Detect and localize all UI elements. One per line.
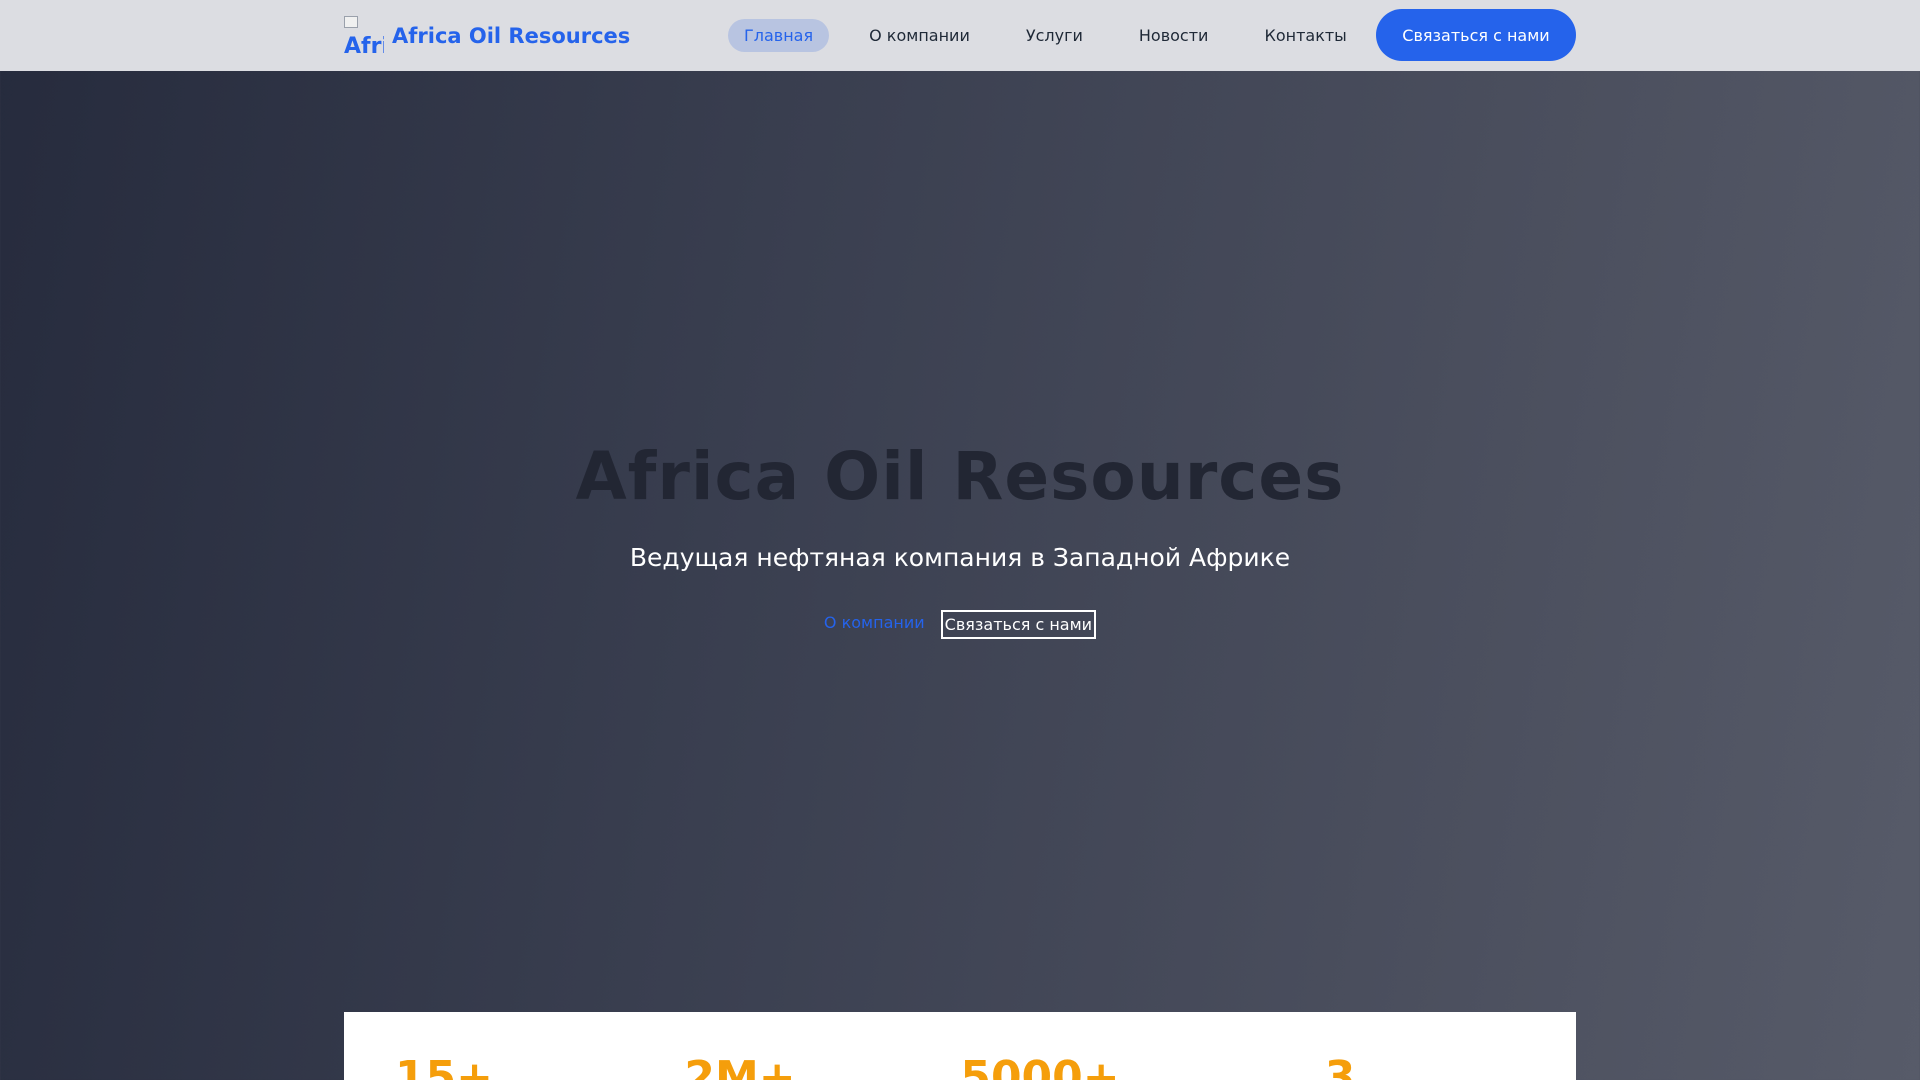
nav-item-about[interactable]: О компании (853, 19, 986, 52)
stats-panel: 15+ 2M+ 5000+ 3 (344, 1012, 1576, 1080)
about-link[interactable]: О компании (824, 613, 925, 632)
nav-item-services[interactable]: Услуги (1010, 19, 1099, 52)
main-nav: Главная О компании Услуги Новости Контак… (728, 18, 1363, 52)
hero-title: Africa Oil Resources (575, 438, 1345, 515)
brand-name: Africa Oil Resources (392, 24, 631, 48)
site-header: Africa Oil Resources Africa Oil Resource… (0, 0, 1920, 71)
logo-alt-text: Africa Oil Resources (344, 34, 384, 57)
stat-employees: 5000+ (960, 1052, 1120, 1080)
nav-item-home[interactable]: Главная (728, 18, 830, 52)
nav-item-contacts[interactable]: Контакты (1248, 19, 1362, 52)
nav-item-news[interactable]: Новости (1123, 19, 1225, 52)
contact-us-button[interactable]: Связаться с нами (1376, 9, 1576, 61)
hero-actions: О компании Связаться с нами (0, 610, 1920, 639)
stat-volume: 2M+ (684, 1052, 796, 1080)
logo-image: Africa Oil Resources (344, 16, 384, 56)
stat-countries: 3 (1324, 1052, 1356, 1080)
stat-years: 15+ (394, 1052, 494, 1080)
hero-contact-button[interactable]: Связаться с нами (940, 610, 1097, 639)
broken-image-icon (344, 16, 358, 28)
hero-subtitle: Ведущая нефтяная компания в Западной Афр… (629, 543, 1291, 572)
logo-link[interactable]: Africa Oil Resources Africa Oil Resource… (344, 16, 630, 56)
